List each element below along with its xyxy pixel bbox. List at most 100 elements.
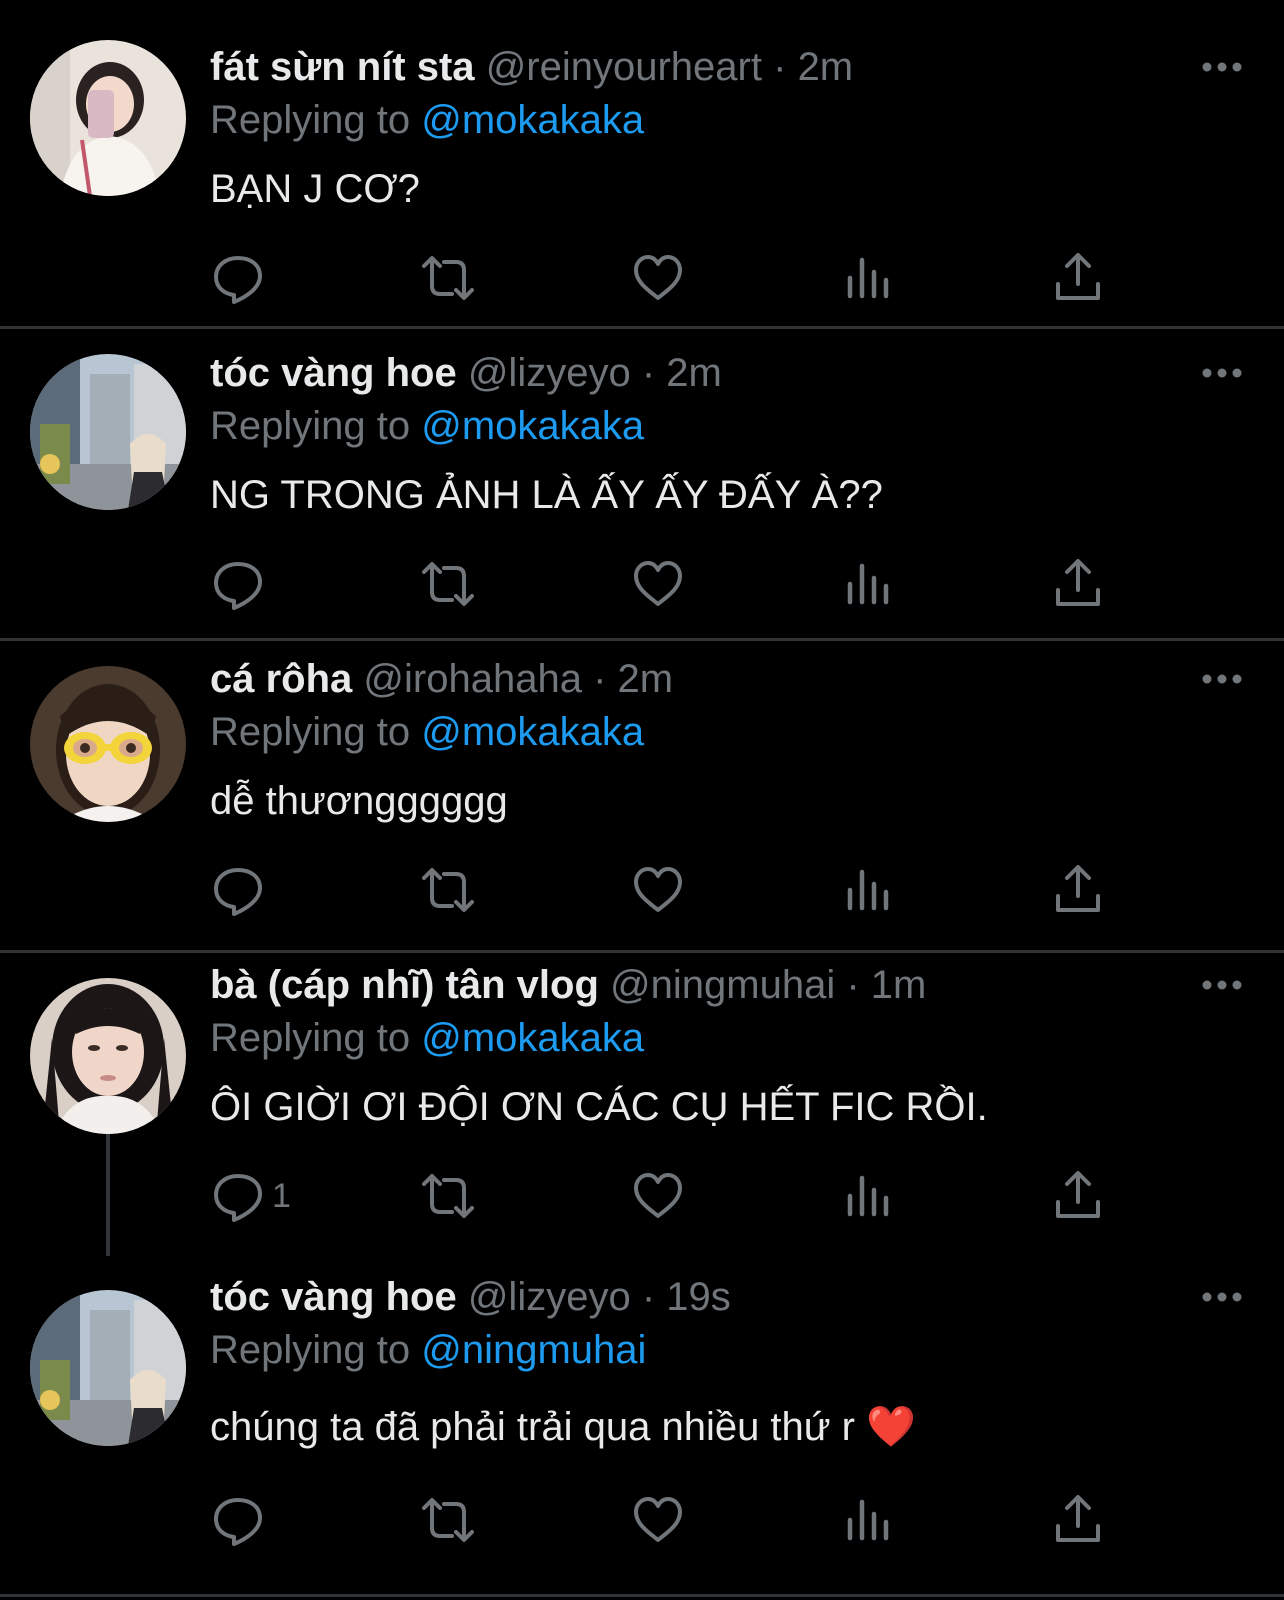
share-button[interactable] [1050, 1168, 1106, 1224]
tweet-actions: 1 [0, 1168, 1284, 1224]
tweet-actions [0, 250, 1284, 306]
retweet-button[interactable] [420, 1492, 476, 1548]
divider [0, 1594, 1284, 1597]
share-icon [1056, 1171, 1100, 1218]
like-button[interactable] [630, 862, 686, 918]
tweet-text: chúng ta đã phải trải qua nhiều thứ r ❤️ [210, 1402, 916, 1452]
display-name[interactable]: fát sừn nít sta [210, 45, 475, 89]
reply-icon [214, 1174, 262, 1222]
share-icon [1056, 1495, 1100, 1542]
heart-icon [634, 255, 682, 300]
reply-button[interactable] [210, 1168, 266, 1224]
display-name[interactable]: cá rôha [210, 657, 352, 701]
tweet-reinyourheart[interactable]: fát sừn nít sta @reinyourheart · 2m Repl… [0, 0, 1284, 326]
tweet-header: bà (cáp nhĩ) tân vlog @ningmuhai · 1m [210, 960, 926, 1010]
views-button[interactable] [840, 1492, 896, 1548]
more-icon [1202, 62, 1242, 72]
retweet-icon [422, 1498, 474, 1542]
retweet-icon [422, 1174, 474, 1218]
tweet-irohahaha[interactable]: cá rôha @irohahaha · 2m Replying to @mok… [0, 624, 1284, 950]
replying-to-line: Replying to @mokakaka [210, 401, 644, 451]
tweet-actions [0, 1492, 1284, 1548]
display-name[interactable]: tóc vàng hoe [210, 1275, 457, 1319]
tweet-actions [0, 862, 1284, 918]
tweet-actions [0, 556, 1284, 612]
replying-to-line: Replying to @mokakaka [210, 1013, 644, 1063]
tweet-lizyeyo-reply[interactable]: tóc vàng hoe @lizyeyo · 19s Replying to … [0, 1250, 1284, 1600]
like-button[interactable] [630, 1492, 686, 1548]
more-icon [1202, 980, 1242, 990]
more-options-button[interactable] [1200, 1282, 1244, 1312]
like-button[interactable] [630, 556, 686, 612]
replying-to-line: Replying to @mokakaka [210, 95, 644, 145]
timestamp[interactable]: 2m [798, 45, 854, 89]
avatar-image [30, 354, 186, 510]
replying-to-label: Replying to [210, 98, 422, 142]
avatar[interactable] [30, 354, 186, 510]
replying-to-link[interactable]: @mokakaka [421, 98, 644, 142]
user-handle[interactable]: @reinyourheart [486, 45, 762, 89]
timestamp[interactable]: 2m [618, 657, 674, 701]
views-icon [847, 563, 889, 605]
retweet-button[interactable] [420, 862, 476, 918]
display-name[interactable]: tóc vàng hoe [210, 351, 457, 395]
like-button[interactable] [630, 1168, 686, 1224]
replying-to-link[interactable]: @mokakaka [421, 404, 644, 448]
views-icon [847, 1175, 889, 1217]
more-options-button[interactable] [1200, 664, 1244, 694]
avatar-image [30, 666, 186, 822]
timestamp[interactable]: 19s [666, 1275, 731, 1319]
reply-icon [214, 868, 262, 916]
tweet-header: cá rôha @irohahaha · 2m [210, 654, 673, 704]
avatar[interactable] [30, 40, 186, 196]
timestamp[interactable]: 1m [871, 963, 927, 1007]
retweet-button[interactable] [420, 250, 476, 306]
retweet-button[interactable] [420, 556, 476, 612]
more-icon [1202, 1292, 1242, 1302]
share-button[interactable] [1050, 862, 1106, 918]
user-handle[interactable]: @irohahaha [363, 657, 582, 701]
like-button[interactable] [630, 250, 686, 306]
views-button[interactable] [840, 862, 896, 918]
replying-to-label: Replying to [210, 404, 422, 448]
views-icon [847, 257, 889, 299]
reply-button[interactable] [210, 556, 266, 612]
share-button[interactable] [1050, 1492, 1106, 1548]
share-icon [1056, 559, 1100, 606]
views-button[interactable] [840, 556, 896, 612]
avatar[interactable] [30, 978, 186, 1134]
more-options-button[interactable] [1200, 970, 1244, 1000]
more-options-button[interactable] [1200, 358, 1244, 388]
timestamp[interactable]: 2m [666, 351, 722, 395]
tweet-lizyeyo[interactable]: tóc vàng hoe @lizyeyo · 2m Replying to @… [0, 312, 1284, 638]
user-handle[interactable]: @lizyeyo [468, 351, 631, 395]
replying-to-link[interactable]: @ningmuhai [421, 1328, 646, 1372]
reply-button[interactable] [210, 862, 266, 918]
user-handle[interactable]: @ningmuhai [610, 963, 835, 1007]
reply-button[interactable] [210, 1492, 266, 1548]
retweet-button[interactable] [420, 1168, 476, 1224]
replying-to-link[interactable]: @mokakaka [421, 710, 644, 754]
avatar[interactable] [30, 1290, 186, 1446]
reply-icon [214, 562, 262, 610]
tweet-header: fát sừn nít sta @reinyourheart · 2m [210, 42, 853, 92]
reply-button[interactable] [210, 250, 266, 306]
replying-to-label: Replying to [210, 1016, 422, 1060]
views-icon [847, 869, 889, 911]
user-handle[interactable]: @lizyeyo [468, 1275, 631, 1319]
avatar[interactable] [30, 666, 186, 822]
replying-to-link[interactable]: @mokakaka [421, 1016, 644, 1060]
tweet-text: ÔI GIỜI ƠI ĐỘI ƠN CÁC CỤ HẾT FIC RỒI. [210, 1085, 988, 1129]
separator: · [593, 657, 607, 701]
views-button[interactable] [840, 250, 896, 306]
share-button[interactable] [1050, 556, 1106, 612]
replying-to-line: Replying to @ningmuhai [210, 1325, 646, 1375]
avatar-image [30, 978, 186, 1134]
more-icon [1202, 368, 1242, 378]
display-name[interactable]: bà (cáp nhĩ) tân vlog [210, 963, 599, 1007]
tweet-ningmuhai[interactable]: bà (cáp nhĩ) tân vlog @ningmuhai · 1m Re… [0, 936, 1284, 1256]
share-button[interactable] [1050, 250, 1106, 306]
more-options-button[interactable] [1200, 52, 1244, 82]
views-button[interactable] [840, 1168, 896, 1224]
reply-icon [214, 256, 262, 304]
